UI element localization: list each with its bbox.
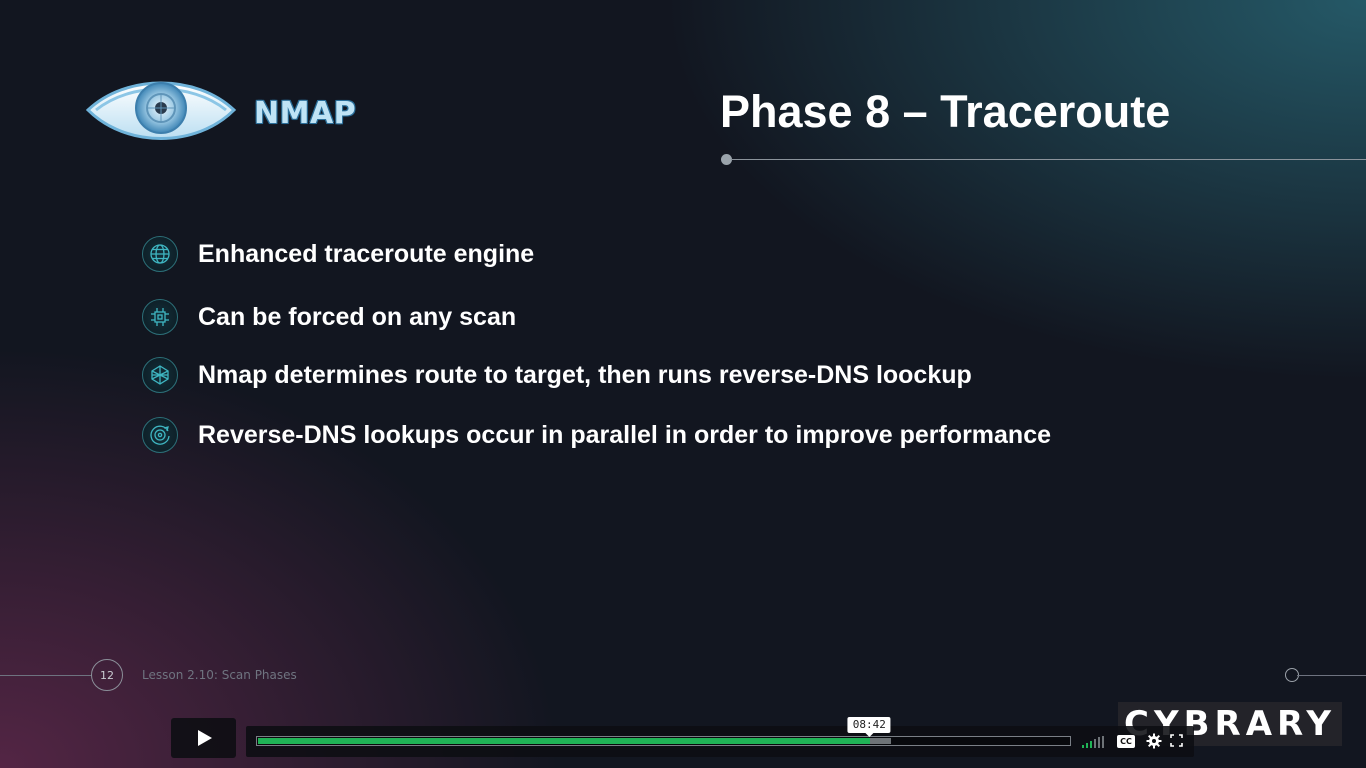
- footer-divider-left: [0, 675, 92, 676]
- current-time-tooltip: 08:42: [847, 717, 891, 737]
- circuit-chip-icon: [142, 299, 178, 335]
- bullet-item: Nmap determines route to target, then ru…: [142, 355, 972, 395]
- slide-title: Phase 8 – Traceroute: [720, 86, 1171, 137]
- bullet-text: Nmap determines route to target, then ru…: [198, 360, 972, 389]
- network-mesh-icon: [142, 357, 178, 393]
- closed-captions-button[interactable]: CC: [1117, 735, 1135, 748]
- globe-icon: [142, 236, 178, 272]
- volume-icon[interactable]: [1082, 736, 1106, 748]
- play-icon: [197, 730, 212, 746]
- nmap-logo-text: NMAP: [254, 96, 357, 131]
- bullet-text: Enhanced traceroute engine: [198, 239, 535, 268]
- bullet-text: Reverse-DNS lookups occur in parallel in…: [198, 420, 1052, 449]
- played-progress: [258, 738, 870, 744]
- slide-page-number: 12: [91, 659, 123, 691]
- fullscreen-icon[interactable]: [1170, 734, 1183, 747]
- lesson-label: Lesson 2.10: Scan Phases: [142, 668, 297, 682]
- bullet-item: Can be forced on any scan: [142, 297, 516, 337]
- play-button[interactable]: [171, 718, 236, 758]
- footer-divider-right: [1297, 675, 1366, 676]
- radar-target-icon: [142, 417, 178, 453]
- progress-bar[interactable]: [256, 736, 1071, 746]
- video-control-bar: CC: [246, 726, 1194, 757]
- bullet-item: Reverse-DNS lookups occur in parallel in…: [142, 415, 1051, 455]
- bullet-text: Can be forced on any scan: [198, 302, 517, 331]
- bullet-item: Enhanced traceroute engine: [142, 234, 534, 274]
- gear-icon[interactable]: [1146, 733, 1162, 749]
- title-divider: [721, 154, 1366, 166]
